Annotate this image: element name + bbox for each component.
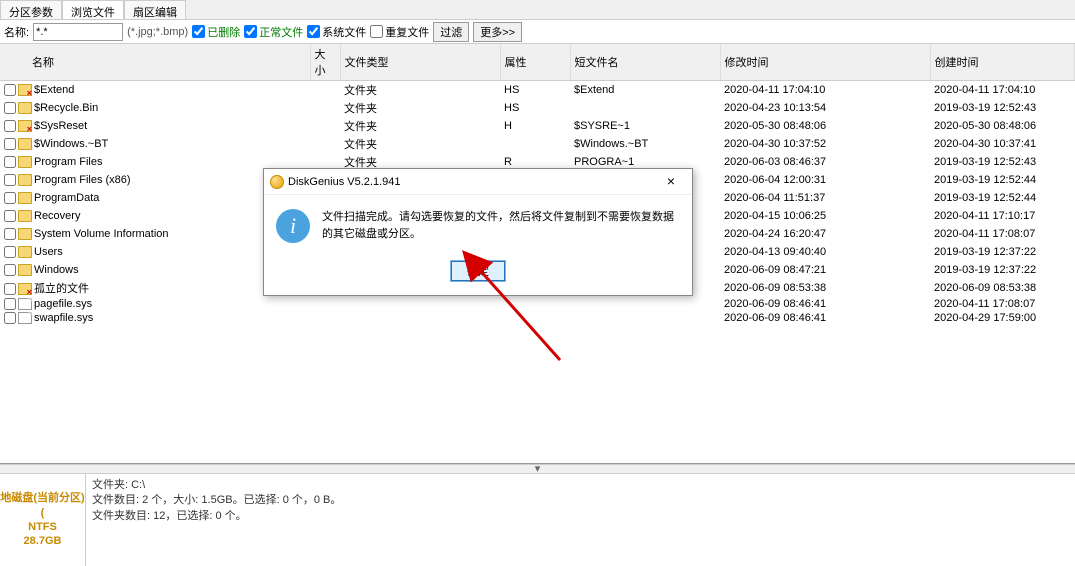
table-row[interactable]: $Recycle.Bin文件夹HS2020-04-23 10:13:542019… <box>0 99 1075 117</box>
table-row[interactable]: pagefile.sys2020-06-09 08:46:412020-04-1… <box>0 297 1075 311</box>
row-checkbox[interactable] <box>4 84 16 96</box>
row-checkbox[interactable] <box>4 138 16 150</box>
file-name: ProgramData <box>34 192 99 204</box>
row-checkbox[interactable] <box>4 120 16 132</box>
col-type[interactable]: 文件类型 <box>340 44 500 81</box>
folder-icon <box>18 264 32 276</box>
dialog-message: 文件扫描完成。请勾选要恢复的文件，然后将文件复制到不需要恢复数据的其它磁盘或分区… <box>322 209 680 242</box>
row-checkbox[interactable] <box>4 192 16 204</box>
row-checkbox[interactable] <box>4 298 16 310</box>
col-size[interactable]: 大小 <box>310 44 340 81</box>
bottom-panel: 地磁盘(当前分区)( NTFS 28.7GB 文件夹: C:\ 文件数目: 2 … <box>0 474 1075 566</box>
more-button[interactable]: 更多>> <box>473 22 522 42</box>
col-name[interactable]: 名称 <box>0 44 310 81</box>
grid-header: 名称 大小 文件类型 属性 短文件名 修改时间 创建时间 <box>0 44 1075 81</box>
row-checkbox[interactable] <box>4 102 16 114</box>
file-name: $Recycle.Bin <box>34 102 98 114</box>
ok-button[interactable]: 确定 <box>451 261 505 281</box>
dialog-title-text: DiskGenius V5.2.1.941 <box>288 176 401 188</box>
folder-icon <box>18 84 32 96</box>
dialog-titlebar[interactable]: DiskGenius V5.2.1.941 × <box>264 169 692 195</box>
col-ctime[interactable]: 创建时间 <box>930 44 1075 81</box>
folder-icon <box>18 156 32 168</box>
row-checkbox[interactable] <box>4 156 16 168</box>
file-name: $SysReset <box>34 120 87 132</box>
row-checkbox[interactable] <box>4 210 16 222</box>
chk-deleted[interactable]: 已删除 <box>192 24 240 40</box>
folder-icon <box>18 102 32 114</box>
file-name: Program Files (x86) <box>34 174 131 186</box>
file-icon <box>18 312 32 324</box>
file-name: $Extend <box>34 84 74 96</box>
horizontal-splitter[interactable]: ▾ <box>0 464 1075 474</box>
file-name: swapfile.sys <box>34 312 93 324</box>
chk-system[interactable]: 系统文件 <box>307 24 366 40</box>
tab-partition-params[interactable]: 分区参数 <box>0 0 62 19</box>
folder-icon <box>18 246 32 258</box>
folder-icon <box>18 174 32 186</box>
selection-summary: 文件夹: C:\ 文件数目: 2 个，大小: 1.5GB。已选择: 0 个，0 … <box>86 474 1075 566</box>
view-tabs: 分区参数 浏览文件 扇区编辑 <box>0 0 1075 20</box>
file-name: Program Files <box>34 156 102 168</box>
table-row[interactable]: swapfile.sys2020-06-09 08:46:412020-04-2… <box>0 311 1075 325</box>
ext-hint: (*.jpg;*.bmp) <box>127 26 188 38</box>
file-name: Recovery <box>34 210 80 222</box>
folder-icon <box>18 283 32 295</box>
file-name: $Windows.~BT <box>34 138 108 150</box>
folder-icon <box>18 138 32 150</box>
col-mtime[interactable]: 修改时间 <box>720 44 930 81</box>
file-name: Users <box>34 246 63 258</box>
file-name: 孤立的文件 <box>34 283 89 295</box>
folder-icon <box>18 120 32 132</box>
folder-icon <box>18 192 32 204</box>
close-icon[interactable]: × <box>656 172 686 192</box>
row-checkbox[interactable] <box>4 228 16 240</box>
chk-normal[interactable]: 正常文件 <box>244 24 303 40</box>
row-checkbox[interactable] <box>4 312 16 324</box>
row-checkbox[interactable] <box>4 283 16 295</box>
chk-rename[interactable]: 重复文件 <box>370 24 429 40</box>
file-name: pagefile.sys <box>34 298 92 310</box>
scan-complete-dialog: DiskGenius V5.2.1.941 × i 文件扫描完成。请勾选要恢复的… <box>263 168 693 296</box>
partition-summary[interactable]: 地磁盘(当前分区)( NTFS 28.7GB <box>0 474 86 566</box>
row-checkbox[interactable] <box>4 246 16 258</box>
file-name: Windows <box>34 264 79 276</box>
row-checkbox[interactable] <box>4 264 16 276</box>
info-icon: i <box>276 209 310 243</box>
table-row[interactable]: $Extend文件夹HS$Extend2020-04-11 17:04:1020… <box>0 81 1075 100</box>
table-row[interactable]: $SysReset文件夹H$SYSRE~12020-05-30 08:48:06… <box>0 117 1075 135</box>
col-short[interactable]: 短文件名 <box>570 44 720 81</box>
table-row[interactable]: $Windows.~BT文件夹$Windows.~BT2020-04-30 10… <box>0 135 1075 153</box>
file-name: System Volume Information <box>34 228 169 240</box>
col-attr[interactable]: 属性 <box>500 44 570 81</box>
tab-browse-files[interactable]: 浏览文件 <box>62 0 124 19</box>
folder-icon <box>18 210 32 222</box>
file-icon <box>18 298 32 310</box>
folder-icon <box>18 228 32 240</box>
filter-toolbar: 名称: (*.jpg;*.bmp) 已删除 正常文件 系统文件 重复文件 过滤 … <box>0 20 1075 44</box>
name-label: 名称: <box>4 24 29 40</box>
row-checkbox[interactable] <box>4 174 16 186</box>
app-icon <box>270 175 284 189</box>
name-filter-input[interactable] <box>33 23 123 41</box>
tab-sector-edit[interactable]: 扇区编辑 <box>124 0 186 19</box>
filter-button[interactable]: 过滤 <box>433 22 469 42</box>
